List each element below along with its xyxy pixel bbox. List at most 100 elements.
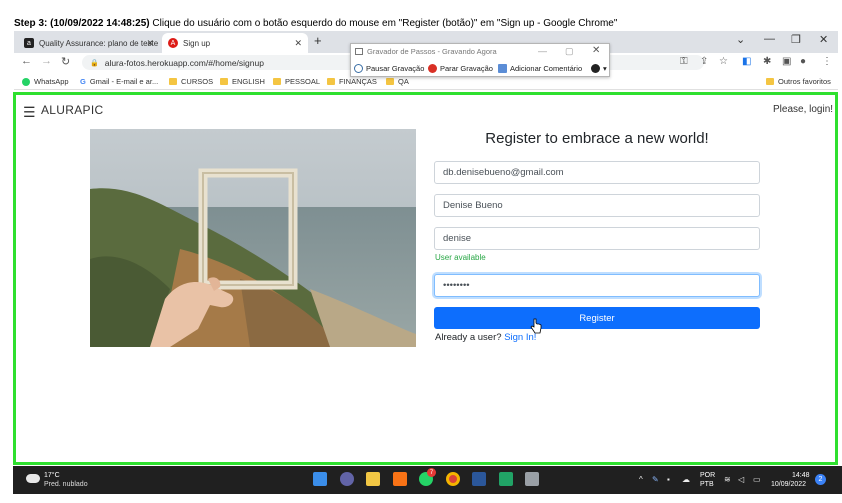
extension-translate-icon[interactable]: ◧: [742, 56, 751, 67]
bookmark-folder-financas[interactable]: FINANÇAS: [327, 77, 377, 86]
bookmark-whatsapp[interactable]: WhatsApp: [22, 77, 69, 86]
recorder-title: Gravador de Passos - Gravando Agora: [355, 47, 497, 56]
bookmark-other-favorites[interactable]: Outros favoritos: [766, 77, 831, 86]
add-comment-button[interactable]: Adicionar Comentário: [498, 64, 582, 73]
tab-sign-up[interactable]: A Sign up ✕: [162, 33, 308, 53]
step-caption: Step 3: (10/09/2022 14:48:25) Clique do …: [14, 18, 617, 29]
login-link[interactable]: Please, login!: [773, 104, 833, 115]
keyboard-layout-indicator[interactable]: PTB: [700, 481, 714, 488]
tray-chevron-icon[interactable]: ^: [639, 475, 643, 484]
email-field[interactable]: db.denisebueno@gmail.com: [434, 161, 760, 184]
step-caption-text: Clique do usuário com o botão esquerdo d…: [149, 18, 618, 29]
url-text: alura-fotos.herokuapp.com/#/home/signup: [104, 57, 264, 68]
comment-icon: [498, 64, 507, 73]
username-status: User available: [435, 253, 486, 262]
bookmark-label: Outros favoritos: [778, 77, 831, 86]
weather-temperature[interactable]: 17°C: [44, 472, 60, 479]
sublime-text-icon[interactable]: [393, 472, 407, 486]
language-indicator[interactable]: POR: [700, 472, 715, 479]
window-close-icon[interactable]: ✕: [819, 33, 828, 46]
clock-date[interactable]: 10/09/2022: [771, 481, 806, 488]
already-user-text: Already a user?: [435, 332, 502, 343]
recorder-close-icon[interactable]: ✕: [592, 45, 600, 56]
close-icon[interactable]: ✕: [146, 38, 154, 49]
recorder-maximize-icon[interactable]: ▢: [565, 46, 574, 57]
folder-icon: [386, 78, 394, 85]
pen-icon[interactable]: ✎: [652, 475, 659, 484]
bookmark-label: PESSOAL: [285, 77, 321, 86]
folder-icon: [327, 78, 335, 85]
hamburger-menu-icon[interactable]: ☰: [23, 104, 36, 121]
notification-badge[interactable]: 2: [815, 474, 826, 485]
help-button[interactable]: ▾: [591, 64, 607, 73]
minimize-icon[interactable]: —: [764, 33, 775, 45]
folder-icon: [169, 78, 177, 85]
cloud-icon: [26, 474, 40, 483]
teams-chat-icon[interactable]: [340, 472, 354, 486]
hero-photo: [90, 129, 416, 347]
bookmark-folder-pessoal[interactable]: PESSOAL: [273, 77, 320, 86]
extensions-puzzle-icon[interactable]: ✱: [763, 56, 771, 67]
recorder-minimize-icon[interactable]: —: [538, 46, 547, 56]
menu-kebab-icon[interactable]: ⋮: [822, 56, 832, 67]
google-icon: G: [80, 77, 86, 86]
tab-search-icon[interactable]: ⌄: [736, 33, 745, 46]
close-icon[interactable]: ✕: [294, 38, 302, 49]
weather-description[interactable]: Pred. nublado: [44, 481, 88, 488]
password-field[interactable]: ••••••••: [434, 274, 760, 297]
tab-label: Sign up: [183, 38, 211, 48]
form-title: Register to embrace a new world!: [485, 130, 709, 147]
bookmark-folder-cursos[interactable]: CURSOS: [169, 77, 213, 86]
word-icon[interactable]: [472, 472, 486, 486]
bookmark-label: CURSOS: [181, 77, 214, 86]
excel-icon[interactable]: [499, 472, 513, 486]
lock-icon: 🔒: [90, 59, 99, 67]
stop-icon: [428, 64, 437, 73]
forward-icon[interactable]: →: [41, 55, 52, 67]
chrome-icon[interactable]: [446, 472, 460, 486]
recorder-app-icon: [355, 48, 363, 55]
bookmark-label: ENGLISH: [232, 77, 265, 86]
stop-recording-label: Parar Gravação: [440, 64, 493, 73]
tab-quality-assurance[interactable]: a Quality Assurance: plano de teste ✕: [18, 33, 160, 53]
help-icon: [591, 64, 600, 73]
pause-recording-label: Pausar Gravação: [366, 64, 425, 73]
restore-icon[interactable]: ❐: [791, 33, 801, 46]
share-icon[interactable]: ⇪: [700, 56, 708, 67]
bookmark-star-icon[interactable]: ☆: [719, 56, 728, 67]
steps-recorder-taskbar-icon[interactable]: [525, 472, 539, 486]
stop-recording-button[interactable]: Parar Gravação: [428, 64, 493, 73]
dropdown-caret-icon: ▾: [603, 64, 607, 73]
hand-cursor-icon: [530, 318, 542, 339]
add-comment-label: Adicionar Comentário: [510, 64, 583, 73]
wifi-icon[interactable]: ≋: [724, 475, 731, 484]
step-caption-prefix: Step 3: (10/09/2022 14:48:25): [14, 18, 150, 29]
onedrive-cloud-icon[interactable]: ☁: [682, 475, 690, 484]
bookmark-gmail[interactable]: G Gmail - E-mail e ar...: [80, 77, 158, 86]
folder-icon: [766, 78, 774, 85]
pause-recording-button[interactable]: Pausar Gravação: [354, 64, 424, 73]
bookmark-folder-qa[interactable]: QA: [386, 77, 409, 86]
qa-tab-favicon-icon: a: [24, 38, 34, 48]
volume-icon[interactable]: ◁: [738, 475, 744, 484]
bookmark-label: WhatsApp: [34, 77, 69, 86]
profile-avatar-icon[interactable]: ●: [800, 56, 806, 67]
register-button[interactable]: Register: [434, 307, 760, 329]
new-tab-icon[interactable]: +: [314, 33, 322, 48]
bookmark-label: QA: [398, 77, 409, 86]
whatsapp-icon: [22, 77, 30, 86]
clock-time[interactable]: 14:48: [792, 472, 810, 479]
back-icon[interactable]: ←: [21, 55, 32, 67]
battery-icon[interactable]: ▭: [753, 475, 761, 484]
sign-in-row: Already a user? Sign In!: [435, 332, 536, 343]
app-brand[interactable]: ALURAPIC: [41, 103, 103, 117]
full-name-field[interactable]: Denise Bueno: [434, 194, 760, 217]
start-menu-icon[interactable]: [313, 472, 327, 486]
side-panel-icon[interactable]: ▣: [782, 56, 791, 67]
username-field[interactable]: denise: [434, 227, 760, 250]
reload-icon[interactable]: ↻: [61, 55, 70, 68]
bookmark-folder-english[interactable]: ENGLISH: [220, 77, 265, 86]
tray-app-icon[interactable]: ▪: [667, 475, 670, 484]
file-explorer-icon[interactable]: [366, 472, 380, 486]
key-icon[interactable]: ⚿: [680, 56, 688, 67]
